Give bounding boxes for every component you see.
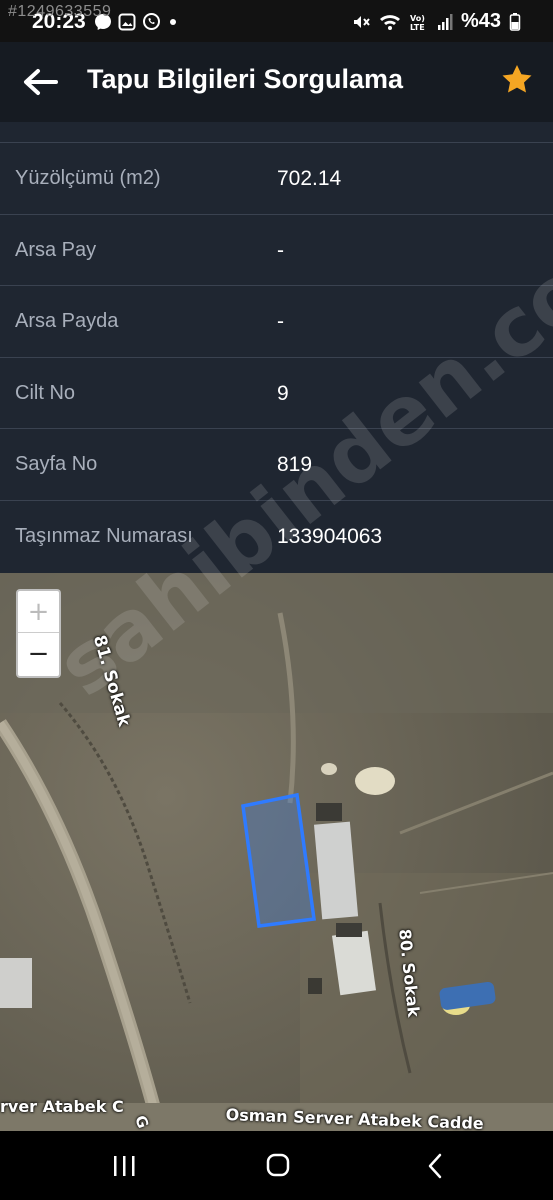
info-label: Yüzölçümü (m2) — [15, 167, 161, 189]
recent-apps-icon — [114, 1156, 135, 1176]
info-row-area: Yüzölçümü (m2) 702.14 — [0, 143, 553, 215]
info-row-land-share: Arsa Pay - — [0, 215, 553, 287]
wifi-icon — [379, 14, 400, 30]
satellite-map[interactable]: + − 81. Sokak 80. Sokak rver Atabek C G … — [0, 573, 553, 1131]
info-label: Sayfa No — [15, 453, 98, 476]
signal-icon — [437, 13, 453, 30]
info-value: 133904063 — [277, 524, 383, 548]
system-icons: Vo) LTE %43 — [351, 10, 521, 33]
info-label: Taşınmaz Numarası — [15, 524, 193, 547]
info-value: 702.14 — [277, 167, 342, 190]
mute-icon — [353, 15, 370, 28]
svg-text:Vo): Vo) — [410, 14, 425, 23]
favorite-button[interactable] — [499, 62, 535, 98]
system-navigation-bar — [0, 1131, 553, 1200]
app-bar: Tapu Bilgileri Sorgulama — [0, 42, 553, 122]
info-value: - — [277, 238, 284, 262]
info-row-property-number: Taşınmaz Numarası 133904063 — [0, 501, 553, 573]
info-label: Arsa Pay — [15, 238, 97, 261]
zoom-out-button[interactable]: − — [18, 633, 59, 675]
back-button[interactable] — [20, 62, 60, 102]
system-back-button[interactable] — [418, 1151, 454, 1181]
page-title: Tapu Bilgileri Sorgulama — [87, 64, 404, 94]
zoom-in-button[interactable]: + — [18, 591, 59, 633]
info-label: Cilt No — [15, 381, 76, 404]
arrow-left-icon — [24, 69, 58, 95]
info-value: 819 — [277, 453, 313, 477]
table-top-divider — [0, 122, 553, 143]
street-label-bottom-left: rver Atabek C — [0, 1097, 124, 1116]
info-value: - — [277, 310, 284, 334]
zoom-control: + − — [16, 589, 61, 678]
svg-text:LTE: LTE — [410, 23, 425, 32]
dot-icon — [170, 18, 176, 25]
battery-percentage: %43 — [460, 10, 501, 32]
overlay-id-watermark: #1249633559 — [8, 3, 112, 20]
property-info-table: Yüzölçümü (m2) 702.14 Arsa Pay - Arsa Pa… — [0, 122, 553, 573]
star-icon — [502, 65, 532, 93]
battery-icon — [509, 12, 521, 31]
info-label: Arsa Payda — [15, 310, 119, 333]
whatsapp-icon — [143, 13, 160, 30]
info-row-page-no: Sayfa No 819 — [0, 429, 553, 501]
home-icon — [266, 1153, 290, 1177]
volte-icon: Vo)LTE — [410, 14, 425, 32]
satellite-imagery — [0, 573, 553, 1131]
back-icon — [428, 1153, 442, 1179]
info-value: 9 — [277, 381, 289, 405]
info-row-volume-no: Cilt No 9 — [0, 358, 553, 430]
info-row-land-denominator: Arsa Payda - — [0, 286, 553, 358]
gallery-icon — [118, 13, 136, 30]
home-button[interactable] — [260, 1151, 296, 1181]
status-bar: 20:23 Vo) LTE %43 #1249633559 — [0, 0, 553, 42]
recent-apps-button[interactable] — [106, 1151, 142, 1181]
